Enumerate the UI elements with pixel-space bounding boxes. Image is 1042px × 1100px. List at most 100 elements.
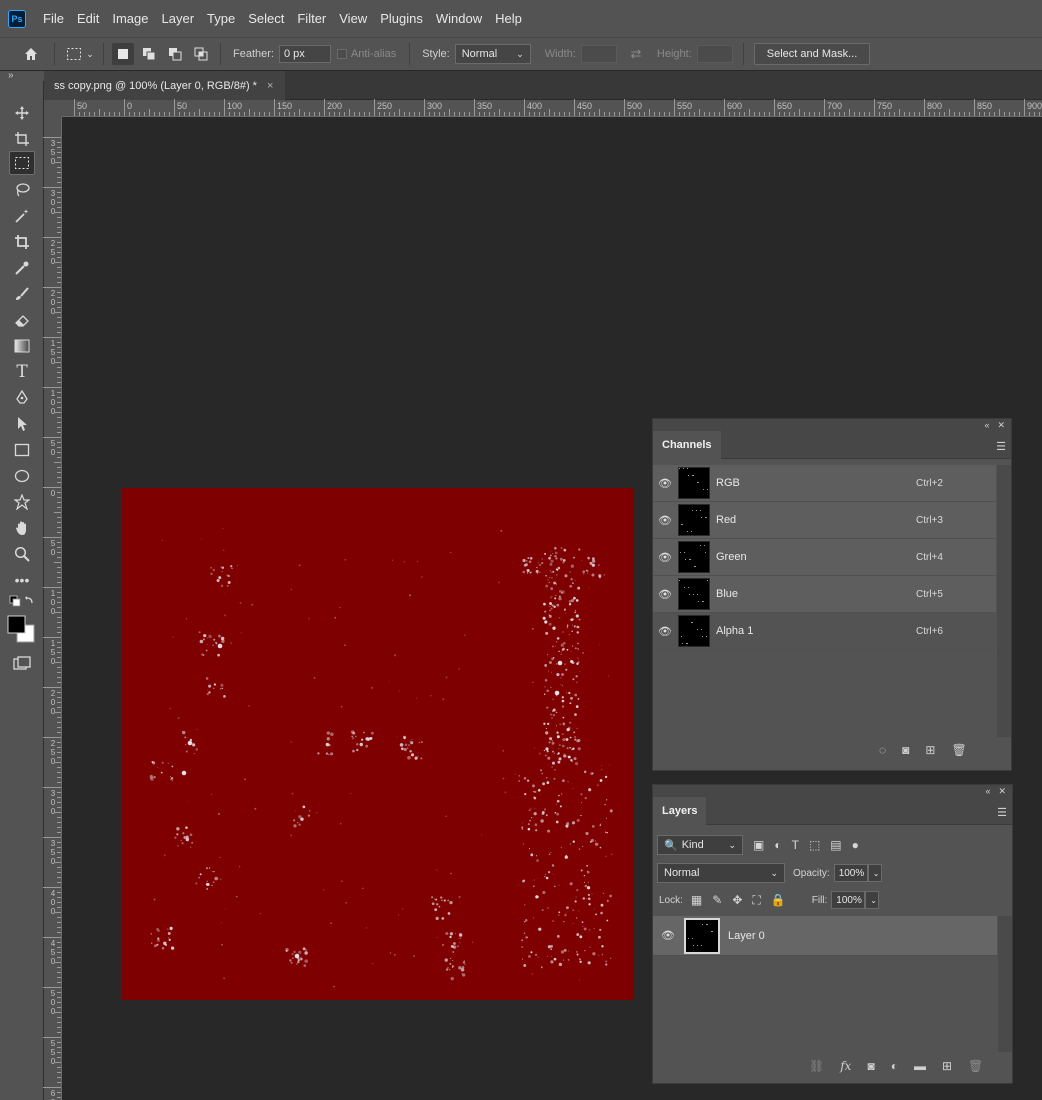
adjustment-layer-icon[interactable]: ◐ [891,1059,898,1073]
add-to-selection-icon[interactable] [138,43,160,65]
magic-wand-tool-icon[interactable] [9,204,35,228]
link-layers-icon[interactable]: ⛓ [809,1059,824,1073]
eye-icon[interactable]: 👁 [653,588,677,601]
fx-icon[interactable]: fx [840,1059,851,1073]
toolbar-collapse-icon[interactable]: » [0,71,44,81]
default-colors-icon[interactable] [9,593,35,611]
menu-select[interactable]: Select [243,11,289,26]
gradient-tool-icon[interactable] [9,334,35,358]
menu-plugins[interactable]: Plugins [375,11,428,26]
layer-row[interactable]: 👁 Layer 0 [653,916,997,956]
hand-tool-icon[interactable] [9,516,35,540]
move-tool-icon[interactable] [9,101,35,125]
menu-file[interactable]: File [38,11,69,26]
eraser-tool-icon[interactable] [9,308,35,332]
menu-view[interactable]: View [334,11,372,26]
menu-window[interactable]: Window [431,11,487,26]
filter-toggle-icon[interactable]: ● [852,838,859,852]
intersect-selection-icon[interactable] [190,43,212,65]
chevron-down-icon[interactable]: ⌄ [867,864,882,882]
opacity-input[interactable]: 100% [833,864,868,882]
channel-row-alpha[interactable]: 👁 Alpha 1 Ctrl+6 [653,613,996,650]
eye-icon[interactable]: 👁 [653,929,683,942]
subtract-from-selection-icon[interactable] [164,43,186,65]
fill-input[interactable]: 100% [831,891,866,909]
eyedropper-tool-icon[interactable] [9,256,35,280]
channel-row-green[interactable]: 👁 Green Ctrl+4 [653,539,996,576]
lock-image-icon[interactable]: ✎ [712,893,722,907]
eye-icon[interactable]: 👁 [653,551,677,564]
menu-layer[interactable]: Layer [157,11,200,26]
channels-scrollbar[interactable] [997,465,1011,737]
marquee-preset-icon[interactable] [63,43,85,65]
tab-channels[interactable]: Channels [653,431,721,459]
lasso-tool-icon[interactable] [9,178,35,202]
save-selection-icon[interactable]: ◙ [902,743,909,757]
new-selection-icon[interactable] [112,43,134,65]
new-channel-icon[interactable]: ⊞ [925,743,935,757]
new-group-icon[interactable]: ▬ [914,1059,926,1073]
width-input[interactable] [580,45,617,63]
path-selection-tool-icon[interactable] [9,412,35,436]
lock-artboard-icon[interactable]: ⛶ [752,893,760,908]
screen-mode-icon[interactable] [9,651,35,675]
more-tools-icon[interactable]: ••• [9,568,35,592]
filter-pixel-icon[interactable]: ▣ [753,838,764,852]
load-selection-icon[interactable]: ◌ [879,743,886,757]
menu-edit[interactable]: Edit [72,11,104,26]
home-icon[interactable] [20,43,42,65]
menu-help[interactable]: Help [490,11,527,26]
height-input[interactable] [696,45,733,63]
custom-shape-tool-icon[interactable] [9,490,35,514]
collapse-panel-icon[interactable]: « [984,420,989,430]
panel-menu-icon[interactable]: ☰ [997,806,1007,819]
rectangular-marquee-tool-icon[interactable] [9,151,35,175]
filter-adjustment-icon[interactable]: ◐ [774,838,781,852]
panel-menu-icon[interactable]: ☰ [996,440,1006,453]
artboard-tool-icon[interactable] [9,127,35,151]
rectangle-tool-icon[interactable] [9,438,35,462]
layers-scrollbar[interactable] [998,916,1012,1052]
eye-icon[interactable]: 👁 [653,514,677,527]
type-tool-icon[interactable]: T [9,360,35,384]
tab-layers[interactable]: Layers [653,797,707,825]
menu-type[interactable]: Type [202,11,240,26]
document-tab[interactable]: ss copy.png @ 100% (Layer 0, RGB/8#) * × [44,71,285,100]
eye-icon[interactable]: 👁 [653,477,677,490]
crop-tool-icon[interactable] [9,230,35,254]
lock-transparency-icon[interactable]: ▦ [691,893,702,907]
close-panel-icon[interactable]: ✕ [997,420,1005,431]
filter-type-icon[interactable]: T [792,838,799,852]
select-and-mask-button[interactable]: Select and Mask... [753,43,871,65]
new-layer-icon[interactable]: ⊞ [942,1059,952,1073]
ellipse-tool-icon[interactable] [9,464,35,488]
channel-row-rgb[interactable]: 👁 RGB Ctrl+2 [653,465,996,502]
feather-input[interactable]: 0 px [278,45,331,63]
filter-smart-object-icon[interactable]: ▤ [830,838,841,852]
collapse-panel-icon[interactable]: « [985,786,990,796]
menu-image[interactable]: Image [107,11,153,26]
color-swatches[interactable] [6,613,36,645]
filter-kind-select[interactable]: 🔍 Kind ⌄ [657,835,743,855]
trash-icon[interactable]: 🗑 [951,743,966,757]
filter-shape-icon[interactable]: ⬚ [809,838,820,852]
lock-position-icon[interactable]: ✥ [732,893,742,907]
trash-icon[interactable]: 🗑 [968,1059,983,1073]
document-canvas[interactable] [122,488,634,1000]
style-select[interactable]: Normal ⌄ [454,44,531,64]
channel-row-blue[interactable]: 👁 Blue Ctrl+5 [653,576,996,613]
swap-icon[interactable]: ⇄ [625,43,647,65]
blend-mode-select[interactable]: Normal ⌄ [657,863,785,883]
channel-row-red[interactable]: 👁 Red Ctrl+3 [653,502,996,539]
add-mask-icon[interactable]: ◙ [867,1059,874,1073]
brush-tool-icon[interactable] [9,282,35,306]
zoom-tool-icon[interactable] [9,542,35,566]
chevron-down-icon[interactable]: ⌄ [865,891,880,909]
close-panel-icon[interactable]: ✕ [998,786,1006,797]
lock-all-icon[interactable]: 🔒 [771,893,786,907]
eye-icon[interactable]: 👁 [653,625,677,638]
antialias-checkbox[interactable] [336,49,347,59]
menu-filter[interactable]: Filter [292,11,331,26]
pen-tool-icon[interactable] [9,386,35,410]
chevron-down-icon[interactable]: ⌄ [85,43,95,65]
